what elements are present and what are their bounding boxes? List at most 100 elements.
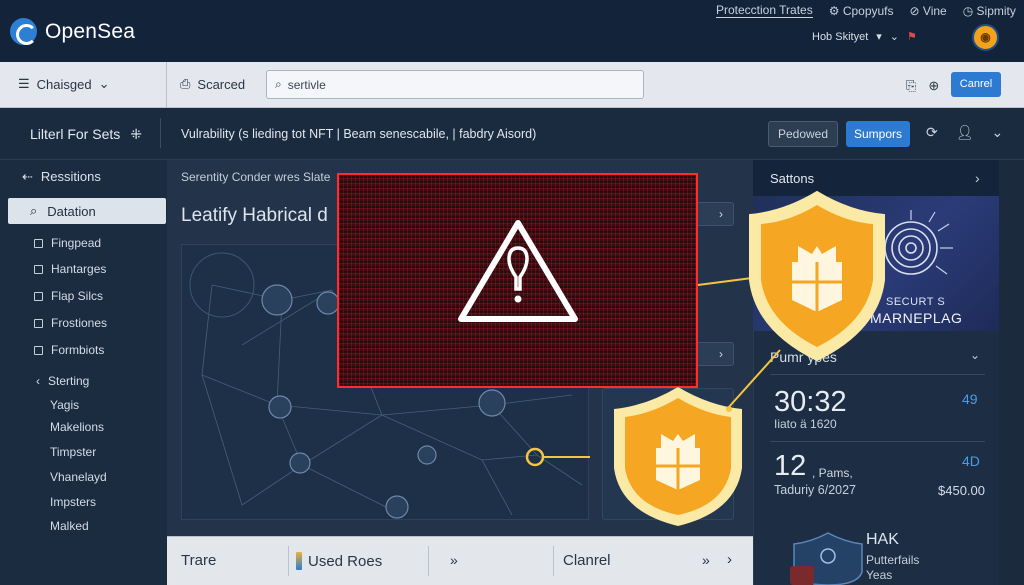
security-alert — [337, 173, 698, 388]
divider — [288, 546, 289, 576]
square-icon — [34, 238, 43, 248]
sidebar-item-formbiots[interactable]: Formbiots — [34, 343, 104, 357]
double-chevron-icon[interactable]: » — [702, 552, 710, 568]
topnav-item-copy[interactable]: ⚙ Cpopyufs — [829, 4, 894, 18]
sidebar-item-label: Hantarges — [51, 262, 107, 276]
clipboard-icon[interactable]: ⎘ — [906, 78, 916, 94]
double-chevron-icon[interactable]: » — [450, 552, 458, 568]
cancel-button[interactable]: Canrel — [951, 72, 1001, 97]
metric-value: 12 — [774, 450, 807, 482]
chevron-right-icon[interactable]: › — [727, 551, 732, 568]
subheader-divider — [160, 118, 161, 148]
clanrel-tab[interactable]: Clanrel — [563, 552, 611, 569]
search-value: sertivle — [287, 77, 326, 92]
chevron-down-icon: ⌄ — [98, 76, 110, 91]
pedowed-button[interactable]: Pedowed — [768, 121, 838, 147]
page-title-text: Lilterl For Sets — [30, 126, 121, 142]
metric-subtitle: Taduriy 6/2027 — [774, 483, 857, 497]
menu-icon: ☰ — [18, 76, 30, 91]
sidebar-subitem[interactable]: Makelions — [50, 420, 104, 434]
sidebar-back-label: Ressitions — [40, 169, 101, 184]
page-description: Vulrability (s lieding tot NFT | Beam se… — [181, 127, 537, 141]
sidebar-subitem[interactable]: Malked — [50, 519, 89, 533]
sumpors-button[interactable]: Sumpors — [846, 121, 910, 147]
changed-dropdown[interactable]: ☰ Chaisged ⌄ — [18, 76, 110, 92]
metric-amount: $450.00 — [938, 483, 985, 498]
topnav-item-protection[interactable]: Protecction Trates — [716, 3, 813, 18]
chevron-down-icon[interactable]: ⌄ — [970, 348, 980, 362]
user-alert-icon[interactable]: ⚑ — [907, 30, 917, 43]
top-nav: Protecction Trates ⚙ Cpopyufs ⊘ Vine ◷ S… — [716, 3, 1016, 18]
sidebar-active-label: Datation — [47, 203, 96, 219]
chevron-left-icon: ‹ — [36, 374, 40, 388]
chevron-down-icon: ⌄ — [889, 31, 899, 43]
toolbar-icons: ⎘ ⊕ — [906, 78, 939, 94]
link-icon[interactable]: ⊕ — [928, 78, 939, 94]
avatar[interactable]: ◉ — [972, 24, 999, 51]
sidebar-item-label: Formbiots — [51, 343, 105, 357]
square-icon — [34, 318, 43, 328]
banner-line1: SECURT S — [886, 296, 946, 308]
page-title: Lilterl For Sets ⁜ — [30, 126, 142, 143]
square-icon — [34, 291, 43, 301]
search-icon: ⌕ — [275, 77, 282, 91]
right-panel-title: Sattons — [770, 171, 815, 186]
sidebar-item-label: Frostiones — [51, 316, 108, 330]
sidebar-item-flap-silcs[interactable]: Flap Silcs — [34, 289, 103, 303]
opensea-logo-icon — [10, 18, 37, 45]
sidebar-item-label: Fingpead — [51, 236, 102, 250]
sidebar-subitem[interactable]: Yagis — [50, 398, 79, 412]
refresh-icon[interactable]: ⟳ — [926, 124, 938, 141]
grid-icon[interactable]: ⁜ — [130, 126, 142, 143]
hak-title: HAK — [866, 531, 899, 548]
sidebar-subitem[interactable]: Timpster — [50, 445, 96, 459]
scarced-label: Scarced — [197, 76, 246, 92]
sidebar-subitem[interactable]: Vhanelayd — [50, 470, 107, 484]
bottom-bar — [167, 536, 753, 585]
gear-icon: ⚙ — [828, 3, 843, 18]
back-arrow-icon: ⇠ — [22, 169, 33, 184]
square-icon — [34, 345, 43, 355]
changed-label: Chaisged — [36, 76, 92, 92]
divider — [770, 441, 985, 442]
scarced-button[interactable]: ⎙ Scarced — [180, 76, 245, 92]
sidebar-section-sterting[interactable]: ‹ Sterting — [36, 374, 89, 388]
opensea-logo[interactable]: OpenSea — [10, 18, 135, 45]
search-input[interactable]: ⌕ sertivle — [266, 70, 644, 99]
eye-icon: ⊘ — [909, 3, 923, 18]
clock-icon: ◷ — [962, 3, 977, 18]
sidebar-section-label: Sterting — [48, 374, 90, 388]
sidebar-subitem[interactable]: Impsters — [50, 495, 96, 509]
sidebar-item-active[interactable]: ⌕ Datation — [8, 198, 166, 224]
sidebar-item-frostiones[interactable]: Frostiones — [34, 316, 107, 330]
user-menu[interactable]: Hob Skityet ▾ ⌄ ⚑ — [812, 30, 917, 44]
metric-stat: 4D — [962, 453, 980, 469]
hak-line1: Putterfails — [866, 553, 920, 567]
user-icon[interactable]: 👤︎ — [956, 124, 974, 141]
hak-line2: Yeas — [866, 568, 893, 582]
search-icon: ⌕ — [30, 203, 38, 218]
user-menu-label: Hob Skityet — [812, 30, 869, 43]
app-name: OpenSea — [45, 19, 136, 43]
used-roes-tab[interactable]: Used Roes — [296, 552, 382, 570]
topnav-item-sipmity[interactable]: ◷ Sipmity — [963, 4, 1016, 18]
section-title: Pumr ypes — [770, 349, 837, 365]
chevron-down-icon[interactable]: ⌄ — [992, 124, 1004, 141]
sidebar-item-hantarges[interactable]: Hantarges — [34, 262, 106, 276]
metric-tail: , Pams, — [812, 466, 853, 480]
trare-tab[interactable]: Trare — [181, 552, 216, 569]
chevron-down-icon: ▾ — [876, 31, 882, 43]
warning-icon — [458, 220, 578, 322]
metric-stat: 49 — [962, 391, 978, 407]
chevron-right-icon[interactable]: › — [975, 170, 980, 186]
square-icon — [34, 264, 43, 274]
divider — [553, 546, 554, 576]
metric-value: 30:32 — [774, 386, 847, 418]
sidebar-item-label: Flap Silcs — [51, 289, 104, 303]
toolbar-divider — [166, 62, 167, 108]
sidebar-item-fingpead[interactable]: Fingpead — [34, 236, 101, 250]
briefcase-icon: ⎙ — [180, 76, 191, 91]
sidebar-back[interactable]: ⇠ Ressitions — [22, 169, 101, 185]
topnav-item-vine[interactable]: ⊘ Vine — [910, 4, 947, 18]
main-title: Leatify Habrical d — [181, 205, 328, 226]
